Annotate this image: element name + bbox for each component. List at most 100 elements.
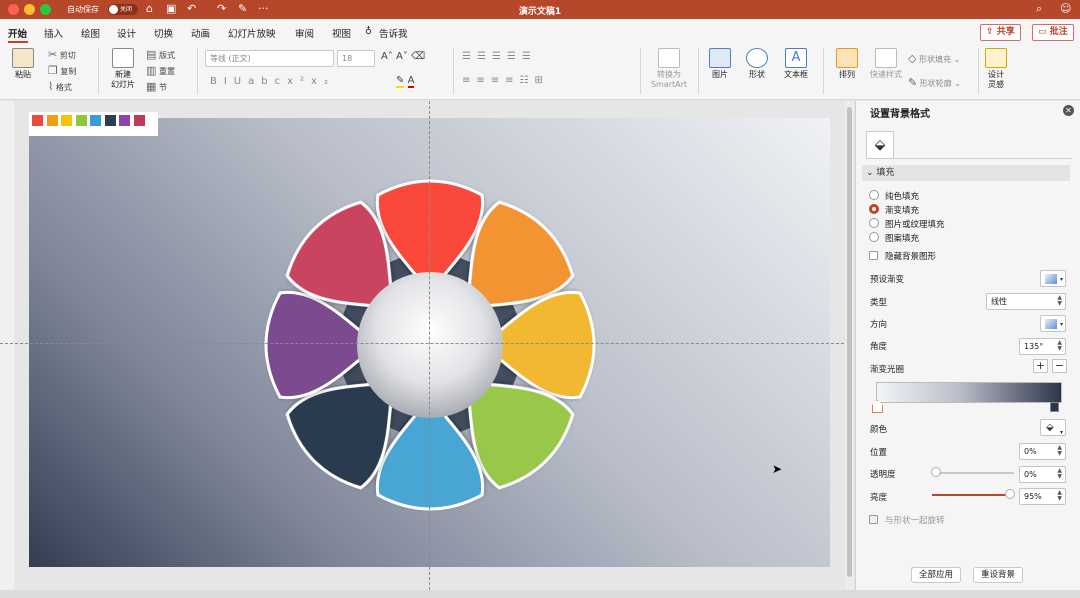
clear-format-icon: ⌫ xyxy=(411,51,426,62)
search-icon[interactable]: ⌕ xyxy=(1036,2,1042,16)
tab-home[interactable]: 开始 xyxy=(8,26,27,40)
tab-draw[interactable]: 绘图 xyxy=(81,26,100,40)
picture-fill-radio[interactable] xyxy=(869,218,879,228)
designer-button[interactable]: 设计 灵感 xyxy=(982,48,1010,90)
pattern-fill-label: 图案填充 xyxy=(885,234,920,244)
hide-background-checkbox[interactable] xyxy=(869,251,878,260)
scrollbar-thumb[interactable] xyxy=(847,107,852,577)
gradient-bar[interactable] xyxy=(876,382,1062,403)
brightness-input[interactable]: 95% ▲ ▼ xyxy=(1019,488,1066,505)
textbox-icon: A xyxy=(785,48,807,68)
font-size-controls[interactable]: A˄ A˅ ⌫ xyxy=(381,51,425,62)
position-input[interactable]: 0% ▲ ▼ xyxy=(1019,443,1066,460)
designer-label-2: 灵感 xyxy=(988,80,1004,89)
transparency-slider[interactable] xyxy=(936,472,1014,474)
section-button[interactable]: ▦ 节 xyxy=(146,81,167,93)
font-style-controls[interactable]: BIUabcx²x₂ xyxy=(210,76,335,87)
color-picker-button[interactable]: ⬙ ▾ xyxy=(1040,419,1066,436)
font-size-select[interactable]: 18 xyxy=(337,50,375,67)
picture-button[interactable]: 图片 xyxy=(703,48,737,80)
panel-title: 设置背景格式 xyxy=(870,109,930,120)
solid-fill-radio[interactable] xyxy=(869,190,879,200)
flower-diagram[interactable] xyxy=(240,155,620,535)
gradient-fill-label: 渐变填充 xyxy=(885,206,920,216)
transparency-input[interactable]: 0% ▲ ▼ xyxy=(1019,466,1066,483)
brightness-value: 95% xyxy=(1024,492,1042,501)
apply-to-all-button[interactable]: 全部应用 xyxy=(911,567,962,583)
tab-insert[interactable]: 插入 xyxy=(44,26,63,40)
preset-gradient-dropdown[interactable]: ▾ xyxy=(1040,270,1066,287)
ribbon-divider xyxy=(823,48,824,94)
stepper-icon: ▲ ▼ xyxy=(1057,444,1062,457)
account-icon[interactable]: ☺ xyxy=(1060,2,1071,16)
comment-icon: ▭ xyxy=(1038,27,1050,37)
center-circle[interactable] xyxy=(357,272,503,418)
highlight-color-button[interactable]: ✎ A xyxy=(396,75,415,88)
smartart-label-1: 转换为 xyxy=(657,70,681,79)
pattern-fill-radio[interactable] xyxy=(869,232,879,242)
comments-button[interactable]: ▭ 批注 xyxy=(1032,24,1074,41)
thumbnail-strip[interactable] xyxy=(0,101,14,590)
tab-review[interactable]: 审阅 xyxy=(295,26,314,40)
tab-design[interactable]: 设计 xyxy=(117,26,136,40)
convert-smartart-button[interactable]: 转换为 SmartArt xyxy=(646,48,692,90)
paste-button[interactable]: 粘贴 xyxy=(8,48,38,80)
fill-section-header[interactable]: ⌄ 填充 xyxy=(862,165,1070,181)
fill-tab[interactable]: ⬙ xyxy=(866,131,894,158)
type-select[interactable]: 线性 ▲ ▼ xyxy=(986,293,1066,310)
share-icon: ⇪ xyxy=(986,27,997,37)
ribbon-divider xyxy=(197,48,198,94)
new-slide-button[interactable]: 新建 幻灯片 xyxy=(104,48,142,90)
font-name-select[interactable]: 等线 (正文) xyxy=(205,50,334,67)
shape-button[interactable]: 形状 xyxy=(740,48,774,80)
direction-dropdown[interactable]: ▾ xyxy=(1040,315,1066,332)
format-painter-button[interactable]: ⌇ 格式 xyxy=(48,81,72,93)
tab-transitions[interactable]: 切换 xyxy=(154,26,173,40)
arrange-button[interactable]: 排列 xyxy=(830,48,864,80)
close-icon[interactable]: ✕ xyxy=(1063,105,1074,116)
reset-background-button[interactable]: 重设背景 xyxy=(973,567,1024,583)
paste-label: 粘贴 xyxy=(15,70,31,79)
angle-input[interactable]: 135° ▲ ▼ xyxy=(1019,338,1066,355)
hide-background-label: 隐藏背景图形 xyxy=(885,252,937,262)
reset-button[interactable]: ▥ 重置 xyxy=(146,65,175,77)
tab-animations[interactable]: 动画 xyxy=(191,26,210,40)
remove-stop-button[interactable]: − xyxy=(1052,359,1067,373)
ribbon-divider xyxy=(453,48,454,94)
add-stop-button[interactable]: + xyxy=(1033,359,1048,373)
brightness-slider-fill xyxy=(932,494,1010,496)
direction-label: 方向 xyxy=(870,320,888,330)
cut-button[interactable]: ✂ 剪切 xyxy=(48,49,76,61)
gradient-fill-radio[interactable] xyxy=(869,204,879,214)
mouse-cursor: ➤ xyxy=(772,462,783,476)
tab-view[interactable]: 视图 xyxy=(332,26,351,40)
shape-outline-button[interactable]: ✎ 形状轮廓 ⌄ xyxy=(908,77,961,89)
rotate-with-shape-label: 与形状一起旋转 xyxy=(885,516,945,526)
layout-button[interactable]: ▤ 版式 xyxy=(146,49,175,61)
color-swatch xyxy=(32,115,43,126)
textbox-button[interactable]: A 文本框 xyxy=(778,48,814,80)
copy-button[interactable]: ❐ 复制 xyxy=(48,65,76,77)
color-swatch xyxy=(46,115,58,126)
ribbon: 粘贴 ✂ 剪切 ❐ 复制 ⌇ 格式 新建 幻灯片 ▤ 版式 ▥ 重置 ▦ 节 等… xyxy=(0,44,1080,100)
gradient-stops-label: 渐变光圈 xyxy=(870,365,905,375)
brightness-slider-knob[interactable] xyxy=(1004,489,1015,499)
shape-fill-button[interactable]: ◇ 形状填充 ⌄ xyxy=(908,53,960,65)
list-controls[interactable]: ☰☰☰☰☰ xyxy=(462,51,537,62)
transparency-slider-knob[interactable] xyxy=(931,467,941,477)
share-button[interactable]: ⇪ 共享 xyxy=(980,24,1021,41)
vertical-scrollbar[interactable] xyxy=(845,101,854,590)
tell-me-search[interactable]: 告诉我 xyxy=(379,26,408,40)
comments-label: 批注 xyxy=(1049,27,1068,37)
panel-divider xyxy=(866,158,1072,159)
new-slide-label-2: 幻灯片 xyxy=(111,80,135,89)
quick-styles-button[interactable]: 快速样式 xyxy=(866,48,906,80)
gradient-stop-end[interactable] xyxy=(1050,402,1059,412)
ribbon-divider xyxy=(698,48,699,94)
angle-label: 角度 xyxy=(870,342,888,352)
horizontal-guide xyxy=(0,343,854,344)
lightbulb-icon: ♁ xyxy=(365,26,372,37)
rotate-with-shape-checkbox[interactable] xyxy=(869,515,878,524)
tab-slideshow[interactable]: 幻灯片放映 xyxy=(228,26,276,40)
align-controls[interactable]: ≡≡≡≡☷⊞ xyxy=(462,75,549,86)
